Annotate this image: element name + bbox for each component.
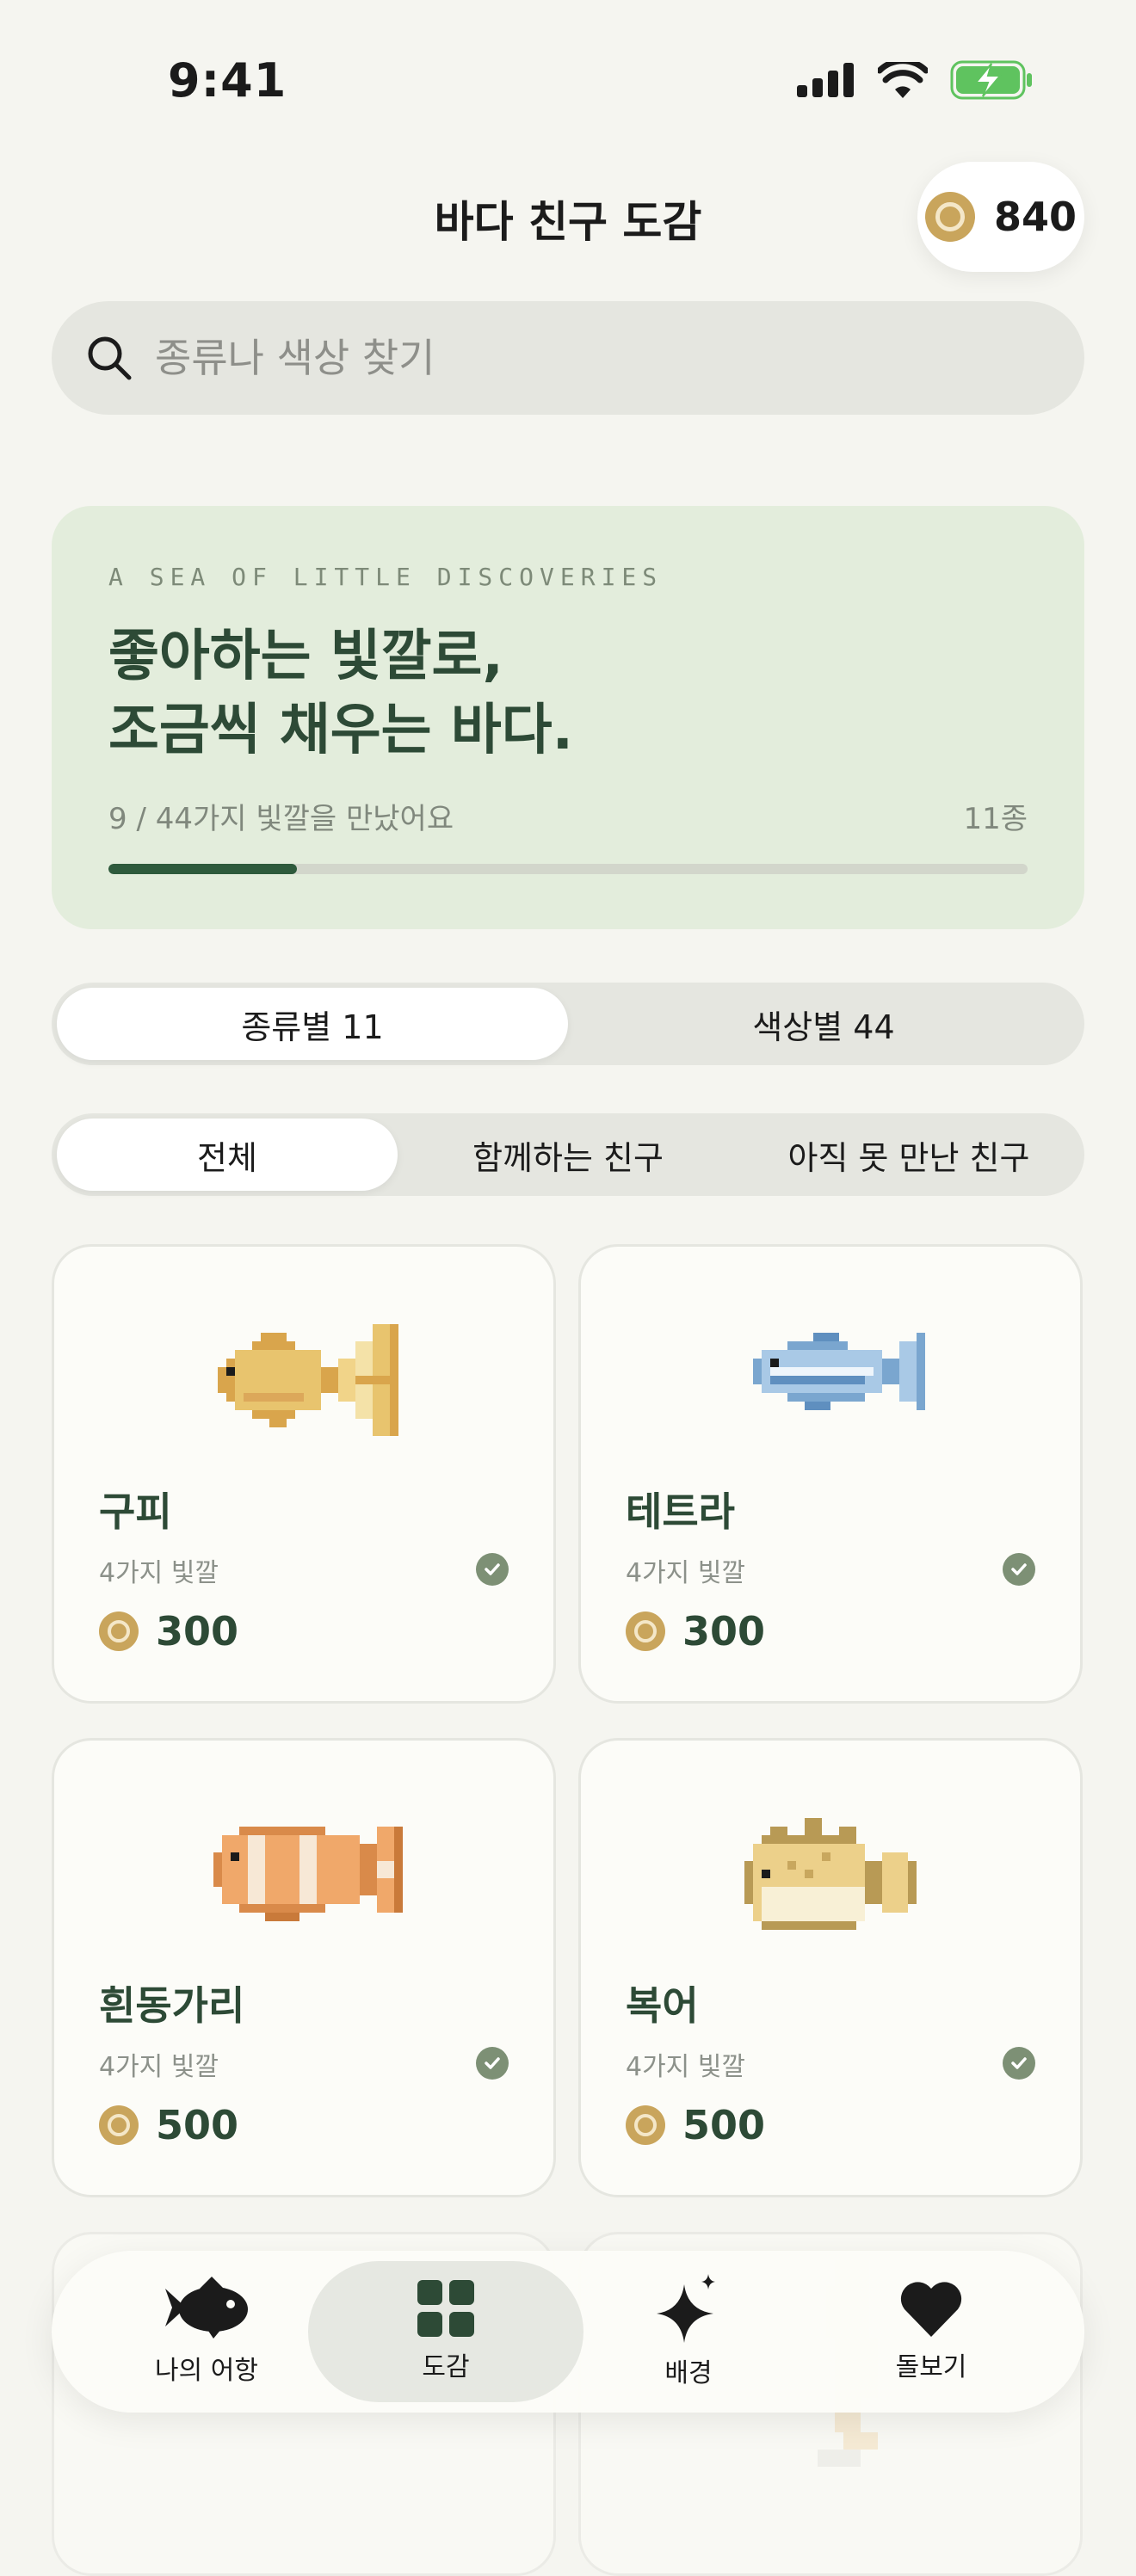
fish-name: 복어 [626, 1982, 699, 2029]
view-segmented-control: 종류별 11 색상별 44 [52, 983, 1084, 1065]
fish-price: 500 [99, 2102, 238, 2148]
wifi-icon [878, 62, 928, 98]
owned-check-icon [476, 2047, 509, 2080]
fish-color-count: 4가지 빛깔 [99, 2052, 219, 2082]
fish-name: 흰동가리 [99, 1982, 245, 2029]
fish-icon [165, 2277, 248, 2339]
grid-icon [417, 2280, 474, 2337]
signal-icon [797, 63, 854, 97]
owned-check-icon [1003, 2047, 1035, 2080]
collection-hero-card: A SEA OF LITTLE DISCOVERIES 좋아하는 빛깔로, 조금… [52, 506, 1084, 929]
tab-my-aquarium[interactable]: 나의 어항 [69, 2261, 344, 2402]
tab-care[interactable]: 돌보기 [793, 2261, 1069, 2402]
tab-label: 돌보기 [895, 2352, 967, 2382]
coin-count: 840 [993, 194, 1077, 240]
fish-price-value: 500 [682, 2102, 766, 2148]
fish-color-count: 4가지 빛깔 [626, 1558, 746, 1588]
coin-icon [99, 1612, 139, 1651]
filter-segmented-control: 전체 함께하는 친구 아직 못 만난 친구 [52, 1113, 1084, 1196]
coin-icon [626, 1612, 665, 1651]
tab-background[interactable]: 배경 [551, 2261, 826, 2402]
tetra-icon [581, 1324, 1080, 1419]
filter-unmet[interactable]: 아직 못 만난 친구 [738, 1119, 1079, 1191]
coin-balance[interactable]: 840 [917, 162, 1084, 272]
filter-owned[interactable]: 함께하는 친구 [398, 1119, 738, 1191]
search-bar[interactable] [52, 301, 1084, 415]
filter-all[interactable]: 전체 [57, 1119, 398, 1191]
tab-label: 나의 어항 [155, 2356, 258, 2386]
hero-title-line1: 좋아하는 빛깔로, [108, 625, 503, 688]
progress-bar [108, 864, 1028, 874]
hero-eyebrow: A SEA OF LITTLE DISCOVERIES [108, 563, 664, 591]
fish-name: 테트라 [626, 1488, 735, 1535]
owned-check-icon [476, 1553, 509, 1586]
tab-collection[interactable]: 도감 [308, 2261, 583, 2402]
coin-icon [924, 192, 975, 242]
search-input[interactable] [153, 334, 1017, 382]
status-time: 9:41 [168, 53, 287, 108]
fish-color-count: 4가지 빛깔 [99, 1558, 219, 1588]
sparkle-icon [657, 2274, 715, 2343]
fish-price: 500 [626, 2102, 765, 2148]
tab-by-color[interactable]: 색상별 44 [568, 988, 1079, 1060]
pufferfish-icon [581, 1818, 1080, 1938]
hero-title: 좋아하는 빛깔로, 조금씩 채우는 바다. [108, 619, 573, 767]
fish-color-count: 4가지 빛깔 [626, 2052, 746, 2082]
tab-by-species[interactable]: 종류별 11 [57, 988, 568, 1060]
fish-price-value: 300 [156, 1608, 239, 1655]
clownfish-icon [54, 1818, 553, 1921]
bottom-tab-bar: 나의 어항 도감 배경 돌보기 [52, 2251, 1084, 2413]
fish-card-guppy[interactable]: 구피 4가지 빛깔 300 [52, 1244, 556, 1704]
progress-bar-fill [108, 864, 297, 874]
status-icons [797, 60, 1033, 100]
coin-icon [99, 2105, 139, 2145]
tab-label: 배경 [664, 2358, 713, 2388]
hero-progress-text: 9 / 44가지 빛깔을 만났어요 [108, 802, 454, 836]
fish-card-tetra[interactable]: 테트라 4가지 빛깔 300 [578, 1244, 1083, 1704]
search-icon [88, 336, 132, 380]
fish-card-pufferfish[interactable]: 복어 4가지 빛깔 500 [578, 1738, 1083, 2197]
fish-price-value: 300 [682, 1608, 766, 1655]
hero-title-line2: 조금씩 채우는 바다. [108, 699, 573, 762]
fish-price-value: 500 [156, 2102, 239, 2148]
heart-icon [900, 2282, 962, 2337]
fish-price: 300 [99, 1608, 238, 1655]
hero-species-count: 11종 [963, 802, 1028, 836]
guppy-icon [54, 1324, 553, 1436]
fish-name: 구피 [99, 1488, 172, 1535]
owned-check-icon [1003, 1553, 1035, 1586]
battery-charging-icon [950, 60, 1032, 100]
coin-icon [626, 2105, 665, 2145]
tab-label: 도감 [422, 2352, 470, 2382]
fish-card-clownfish[interactable]: 흰동가리 4가지 빛깔 500 [52, 1738, 556, 2197]
fish-price: 300 [626, 1608, 765, 1655]
